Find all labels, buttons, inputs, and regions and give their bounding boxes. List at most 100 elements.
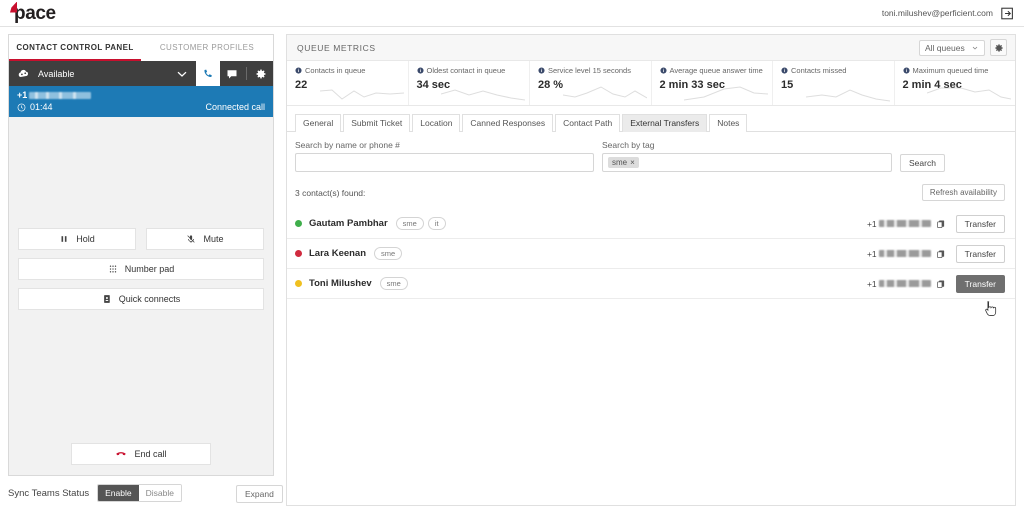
hold-label: Hold (76, 234, 95, 244)
sync-disable-button[interactable]: Disable (139, 485, 181, 501)
sparkline (563, 81, 647, 103)
refresh-availability-button[interactable]: Refresh availability (922, 184, 1005, 201)
mode-tab-phone[interactable] (196, 61, 220, 86)
mode-tab-divider (246, 67, 247, 80)
copy-icon[interactable] (936, 279, 946, 289)
transfer-button[interactable]: Transfer (956, 275, 1005, 293)
contact-phone-redacted (879, 220, 931, 227)
search-button[interactable]: Search (900, 154, 945, 172)
tab-general[interactable]: General (295, 114, 341, 132)
chevron-down-icon[interactable] (174, 66, 190, 82)
metric-label-text: Maximum queued time (913, 66, 989, 75)
metric-label: Average queue answer time (660, 66, 767, 75)
contact-phone: +1 (867, 219, 946, 229)
tab-contact-control-panel[interactable]: CONTACT CONTROL PANEL (9, 35, 141, 61)
tab-customer-profiles[interactable]: CUSTOMER PROFILES (141, 35, 273, 61)
ccp-mode-tabs (196, 61, 273, 86)
metric-oldest-contact-in-queue: Oldest contact in queue 34 sec (409, 61, 531, 105)
contact-tags: sme (380, 277, 408, 290)
copy-icon[interactable] (936, 249, 946, 259)
metric-label: Service level 15 seconds (538, 66, 645, 75)
gear-icon (994, 43, 1004, 53)
tab-location[interactable]: Location (412, 114, 460, 132)
chevron-down-icon (971, 44, 979, 52)
search-name-input[interactable] (295, 153, 594, 172)
queue-settings-button[interactable] (990, 39, 1007, 56)
queue-select[interactable]: All queues (919, 40, 985, 56)
table-row[interactable]: Lara Keenan sme +1 Transfer (287, 239, 1015, 269)
mode-tab-chat[interactable] (220, 61, 244, 86)
info-icon (295, 67, 302, 74)
contact-phone-prefix: +1 (867, 249, 877, 259)
metric-label: Maximum queued time (903, 66, 1010, 75)
metric-label: Contacts in queue (295, 66, 402, 75)
call-phone-prefix: +1 (17, 90, 27, 100)
tab-notes[interactable]: Notes (709, 114, 747, 132)
sparkline (806, 81, 890, 103)
ccp-tab-bar: CONTACT CONTROL PANEL CUSTOMER PROFILES (9, 35, 273, 61)
call-phone-number: +1 (17, 90, 265, 100)
hold-button[interactable]: Hold (18, 228, 136, 250)
tab-contact-control-panel-label: CONTACT CONTROL PANEL (16, 43, 133, 52)
chat-icon (226, 68, 238, 80)
contact-name: Lara Keenan (309, 248, 366, 259)
queue-metrics-header: QUEUE METRICS All queues (287, 35, 1015, 61)
call-sub-row: 01:44 Connected call (17, 102, 265, 112)
table-row[interactable]: Gautam Pambhar sme it +1 Transfer (287, 209, 1015, 239)
active-call-strip: +1 01:44 Connected call (9, 86, 273, 117)
gear-icon (255, 68, 267, 80)
table-row[interactable]: Toni Milushev sme +1 Transfer (287, 269, 1015, 299)
contact-results-list: Gautam Pambhar sme it +1 Transfer (287, 209, 1015, 299)
copy-icon[interactable] (936, 219, 946, 229)
tab-canned-responses[interactable]: Canned Responses (462, 114, 553, 132)
quick-connects-button[interactable]: Quick connects (18, 288, 264, 310)
call-timer-value: 01:44 (30, 102, 53, 112)
mic-off-icon (186, 234, 196, 244)
end-call-label: End call (134, 449, 166, 459)
tag-chip-sme[interactable]: sme × (608, 157, 639, 168)
user-email: toni.milushev@perficient.com (882, 8, 993, 18)
call-state-label: Connected call (205, 102, 265, 112)
search-inputs: sme × Search (295, 153, 1005, 172)
queue-metrics-controls: All queues (919, 39, 1007, 56)
panel-tab-bar: General Submit Ticket Location Canned Re… (287, 106, 1015, 132)
ccp-actions-row-3: Quick connects (18, 288, 264, 310)
quick-connects-label: Quick connects (119, 294, 181, 304)
contact-tags: sme it (396, 217, 446, 230)
info-icon (538, 67, 545, 74)
tag-chip-remove-icon[interactable]: × (630, 158, 635, 167)
sparkline (441, 81, 525, 103)
logout-icon[interactable] (1001, 7, 1014, 20)
metric-average-queue-answer-time: Average queue answer time 2 min 33 sec (652, 61, 774, 105)
info-icon (903, 67, 910, 74)
tab-external-transfers[interactable]: External Transfers (622, 114, 707, 132)
clock-icon (17, 103, 26, 112)
metric-maximum-queued-time: Maximum queued time 2 min 4 sec (895, 61, 1016, 105)
contact-name: Toni Milushev (309, 278, 372, 289)
mode-tab-settings[interactable] (249, 61, 273, 86)
contact-phone: +1 (867, 279, 946, 289)
top-bar: pace toni.milushev@perficient.com (0, 0, 1024, 27)
tab-contact-path[interactable]: Contact Path (555, 114, 620, 132)
contact-tag: sme (374, 247, 402, 260)
contact-tag: sme (380, 277, 408, 290)
end-call-wrap: End call (19, 443, 263, 465)
transfer-button[interactable]: Transfer (956, 245, 1005, 263)
metric-label-text: Contacts missed (791, 66, 846, 75)
ccp-call-actions: Hold Mute (18, 228, 264, 318)
transfer-button[interactable]: Transfer (956, 215, 1005, 233)
end-call-button[interactable]: End call (71, 443, 211, 465)
expand-button[interactable]: Expand (236, 485, 283, 503)
availability-dot-icon (295, 250, 302, 257)
number-pad-button[interactable]: Number pad (18, 258, 264, 280)
metric-label-text: Oldest contact in queue (427, 66, 506, 75)
mute-button[interactable]: Mute (146, 228, 264, 250)
contact-phone-redacted (879, 250, 931, 257)
top-bar-right: toni.milushev@perficient.com (882, 7, 1014, 20)
search-tag-input[interactable]: sme × (602, 153, 892, 172)
call-phone-redacted (29, 92, 91, 99)
queue-metrics-title: QUEUE METRICS (297, 43, 376, 53)
number-pad-label: Number pad (125, 264, 175, 274)
sync-enable-button[interactable]: Enable (98, 485, 138, 501)
tab-submit-ticket[interactable]: Submit Ticket (343, 114, 410, 132)
